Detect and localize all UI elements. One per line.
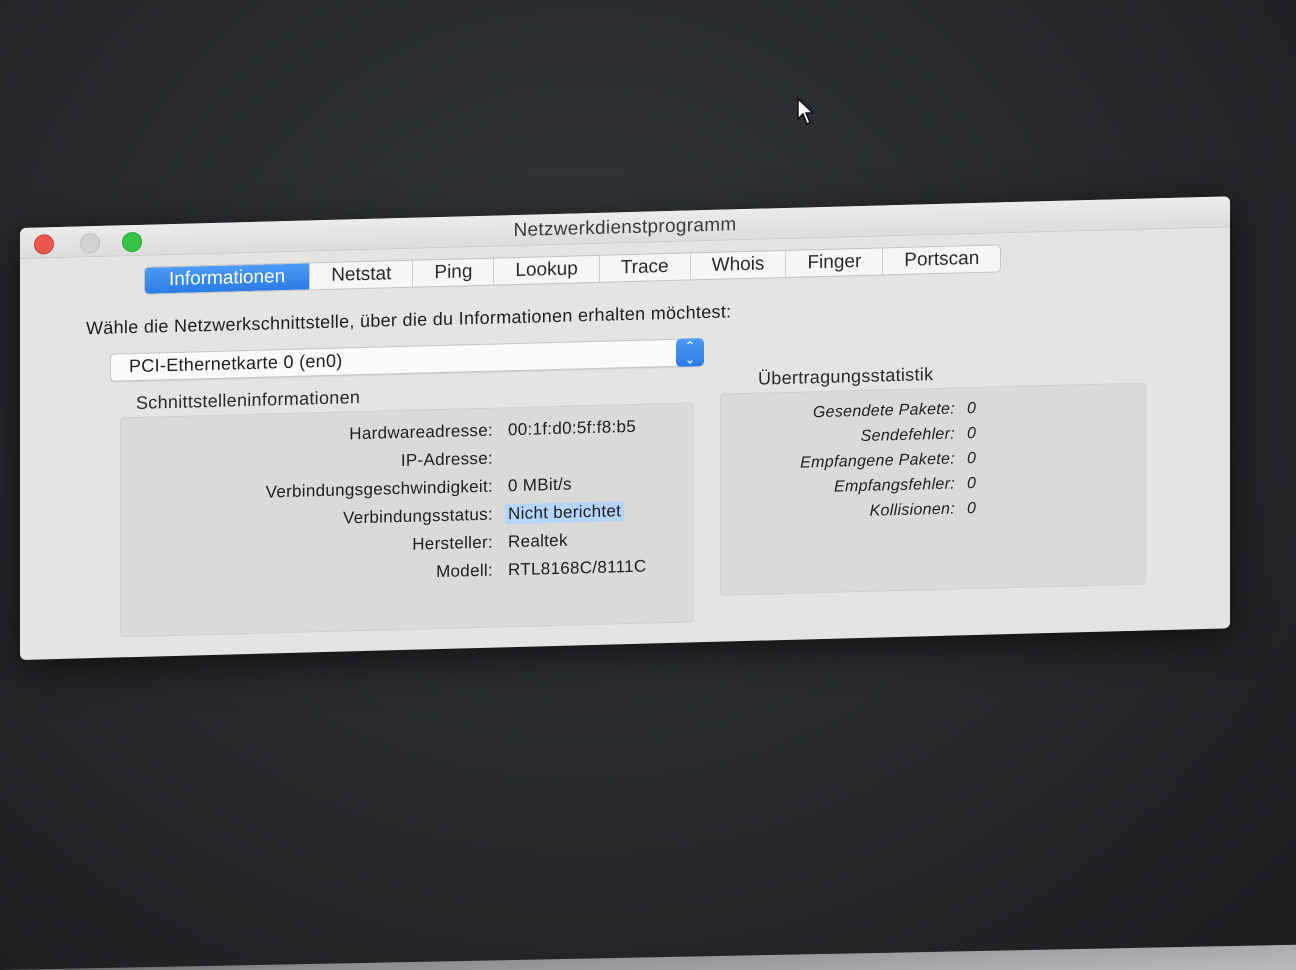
vendor-value: Realtek	[508, 530, 568, 552]
info-row: Hersteller: Realtek	[121, 527, 693, 554]
model-value: RTL8168C/8111C	[508, 556, 647, 580]
receive-errors-value: 0	[967, 474, 977, 493]
tab-trace[interactable]: Trace	[599, 253, 691, 282]
stat-row: Gesendete Pakete: 0	[721, 396, 1145, 421]
tab-portscan[interactable]: Portscan	[883, 245, 1000, 274]
tab-ping[interactable]: Ping	[413, 258, 495, 287]
link-status-label: Verbindungsstatus:	[343, 504, 493, 528]
link-status-value[interactable]: Nicht berichtet	[505, 501, 625, 525]
tab-lookup[interactable]: Lookup	[494, 255, 600, 285]
info-row: Hardwareadresse: 00:1f:d0:5f:f8:b5	[121, 415, 693, 444]
ip-address-label: IP-Adresse:	[400, 448, 493, 471]
network-utility-window: Netzwerkdienstprogramm Informationen Net…	[20, 196, 1230, 660]
monitor-bezel	[0, 944, 1296, 970]
vendor-label: Hersteller:	[412, 532, 493, 554]
stat-row: Empfangene Pakete: 0	[721, 446, 1145, 472]
interface-select-value: PCI-Ethernetkarte 0 (en0)	[129, 350, 343, 377]
info-row: Verbindungsstatus: Nicht berichtet	[121, 499, 693, 528]
model-label: Modell:	[436, 560, 493, 582]
received-packets-label: Empfangene Pakete:	[800, 450, 955, 472]
tab-whois[interactable]: Whois	[690, 250, 787, 280]
interface-select[interactable]: PCI-Ethernetkarte 0 (en0) ⌃ ⌄	[110, 338, 704, 382]
hardware-address-value: 00:1f:d0:5f:f8:b5	[508, 416, 636, 440]
tab-netstat[interactable]: Netstat	[310, 260, 414, 290]
stat-row: Empfangsfehler: 0	[721, 471, 1145, 496]
info-row: IP-Adresse:	[121, 443, 693, 470]
mouse-pointer-icon	[797, 97, 815, 126]
transfer-stats-title: Übertragungsstatistik	[758, 364, 934, 389]
interface-info-title: Schnittstelleninformationen	[136, 387, 361, 413]
window-title: Netzwerkdienstprogramm	[513, 214, 737, 242]
sent-packets-label: Gesendete Pakete:	[812, 400, 955, 422]
tab-informationen[interactable]: Informationen	[145, 263, 311, 294]
collisions-label: Kollisionen:	[869, 500, 955, 520]
send-errors-value: 0	[967, 424, 977, 443]
send-errors-label: Sendefehler:	[860, 425, 955, 445]
tab-finger[interactable]: Finger	[786, 248, 884, 277]
collisions-value: 0	[967, 499, 977, 518]
interface-info-box: Hardwareadresse: 00:1f:d0:5f:f8:b5 IP-Ad…	[120, 402, 694, 638]
interface-prompt: Wähle die Netzwerkschnittstelle, über di…	[86, 301, 732, 339]
hardware-address-label: Hardwareadresse:	[349, 420, 493, 444]
info-row: Verbindungsgeschwindigkeit: 0 MBit/s	[121, 471, 693, 502]
stat-row: Kollisionen: 0	[721, 496, 1145, 520]
link-speed-label: Verbindungsgeschwindigkeit:	[265, 476, 493, 502]
select-arrows-icon[interactable]: ⌃ ⌄	[676, 338, 704, 367]
received-packets-value: 0	[967, 449, 977, 468]
link-speed-value: 0 MBit/s	[508, 474, 572, 496]
info-row: Modell: RTL8168C/8111C	[121, 555, 693, 582]
transfer-stats-box: Gesendete Pakete: 0 Sendefehler: 0 Empfa…	[720, 382, 1146, 596]
sent-packets-value: 0	[967, 399, 977, 418]
stat-row: Sendefehler: 0	[721, 421, 1145, 445]
receive-errors-label: Empfangsfehler:	[833, 475, 955, 496]
title-bar[interactable]: Netzwerkdienstprogramm	[20, 196, 1230, 259]
